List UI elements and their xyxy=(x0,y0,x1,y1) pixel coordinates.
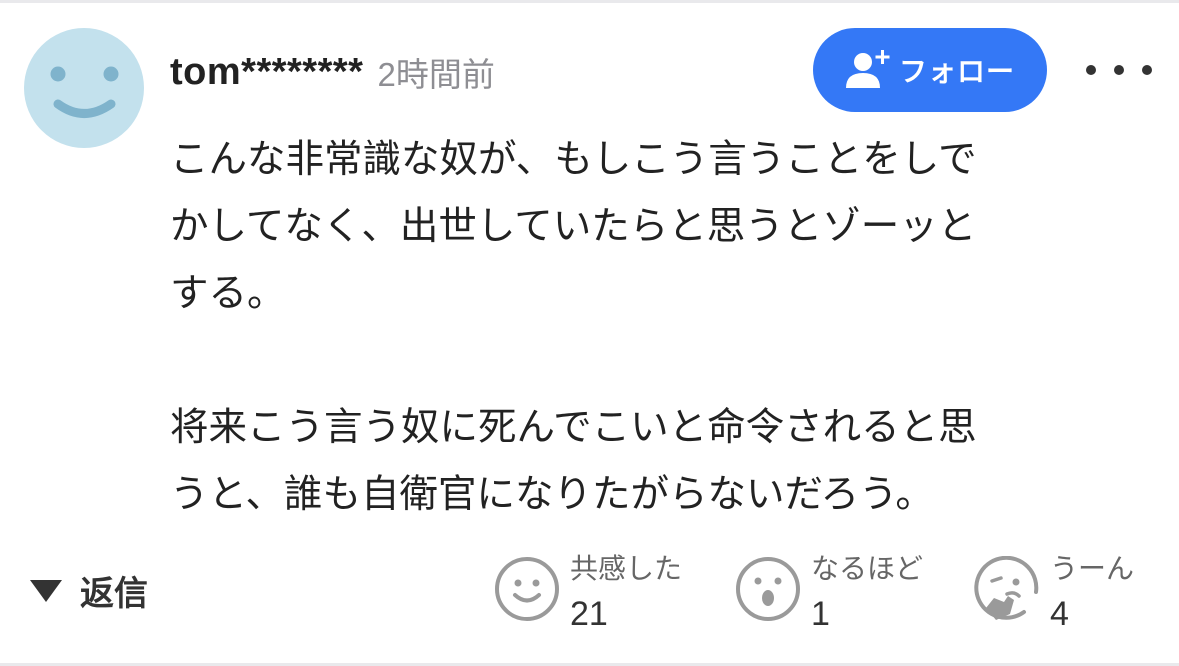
surprised-face-icon xyxy=(736,557,800,621)
reaction-label: なるほど xyxy=(811,552,924,585)
reply-label: 返信 xyxy=(80,574,148,614)
reaction-count: 21 xyxy=(570,595,608,633)
comment-header: tom******** 2時間前 xyxy=(170,44,495,100)
reaction-hmm-button[interactable]: うーん 4 xyxy=(974,552,1134,634)
reaction-insight-button[interactable]: なるほど 1 xyxy=(735,552,923,634)
more-dot xyxy=(1114,65,1124,75)
timestamp: 2時間前 xyxy=(377,56,495,93)
more-dot xyxy=(1142,65,1152,75)
more-options-button[interactable] xyxy=(1086,48,1152,92)
follow-label: フォロー xyxy=(898,55,1015,88)
username[interactable]: tom******** xyxy=(170,51,363,94)
person-add-icon xyxy=(845,50,890,88)
reaction-label: 共感した xyxy=(570,552,683,585)
comment-paragraph: 将来こう言う奴に死んでこいと命令されると思 うと、誰も自衛官になりたがらないだろ… xyxy=(170,405,977,517)
reaction-count: 1 xyxy=(811,595,830,633)
avatar[interactable] xyxy=(24,28,144,148)
comment-paragraph: こんな非常識な奴が、もしこう言うことをしで かしてなく、出世していたらと思うとゾ… xyxy=(170,137,977,316)
avatar-face-icon xyxy=(24,28,144,148)
more-dot xyxy=(1086,65,1096,75)
reaction-count: 4 xyxy=(1050,595,1069,633)
follow-button[interactable]: フォロー xyxy=(813,28,1047,112)
smile-face-icon xyxy=(495,557,559,621)
top-divider xyxy=(0,0,1179,3)
reaction-empathy-button[interactable]: 共感した 21 xyxy=(494,552,682,634)
triangle-down-icon xyxy=(30,579,62,602)
comment-body: こんな非常識な奴が、もしこう言うことをしで かしてなく、出世していたらと思うとゾ… xyxy=(170,126,1130,528)
reply-toggle[interactable]: 返信 xyxy=(28,566,148,615)
thinking-face-icon xyxy=(974,556,1039,620)
reaction-label: うーん xyxy=(1050,552,1135,585)
